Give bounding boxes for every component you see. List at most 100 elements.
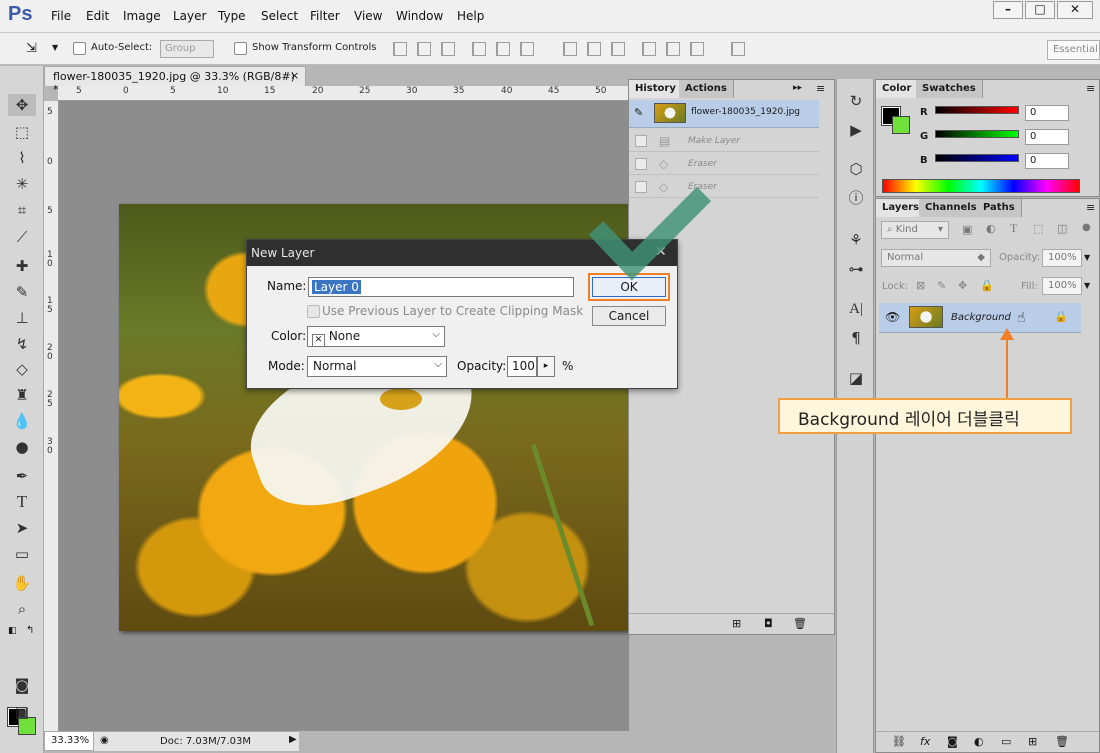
lock-transparent-icon[interactable]: ⊠ <box>916 279 925 292</box>
red-slider[interactable] <box>935 106 1019 114</box>
blue-input[interactable]: 0 <box>1025 153 1069 169</box>
menu-select[interactable]: Select <box>261 9 298 23</box>
history-state-checkbox[interactable] <box>635 158 647 170</box>
lock-icon[interactable]: 🔒 <box>1054 310 1068 323</box>
marquee-tool-icon[interactable]: ⬚ <box>8 121 36 143</box>
lock-image-icon[interactable]: ✎ <box>937 279 946 292</box>
history-icon[interactable]: ↻ <box>846 91 866 111</box>
layer-name-input[interactable]: Layer 0 <box>308 277 574 297</box>
align-left-icon[interactable] <box>472 42 486 56</box>
tab-color[interactable]: Color <box>876 80 919 98</box>
distribute-left-icon[interactable] <box>642 42 656 56</box>
default-colors-icon[interactable]: ◧ <box>8 626 17 636</box>
lasso-tool-icon[interactable]: ⌇ <box>8 147 36 169</box>
document-tab[interactable]: flower-180035_1920.jpg @ 33.3% (RGB/8#) … <box>44 66 306 96</box>
status-expand-icon[interactable]: ▶ <box>289 734 297 745</box>
eraser-tool-icon[interactable]: ◇ <box>8 358 36 380</box>
close-icon[interactable]: × <box>290 69 299 82</box>
history-brush-tool-icon[interactable]: ↯ <box>8 333 36 355</box>
minimize-button[interactable]: – <box>993 1 1023 19</box>
layer-filter-kind-select[interactable]: ⌕ Kind ▾ <box>881 221 949 239</box>
character-icon[interactable]: A| <box>846 299 866 319</box>
type-tool-icon[interactable]: T <box>8 491 36 513</box>
layer-name[interactable]: Background <box>951 312 1011 323</box>
tab-swatches[interactable]: Swatches <box>916 80 983 98</box>
mask-icon[interactable]: ◙ <box>947 735 958 748</box>
history-state[interactable]: ▤ Make Layer <box>629 130 819 152</box>
tab-channels[interactable]: Channels <box>919 199 984 217</box>
move-tool-icon[interactable]: ✥ <box>8 94 36 116</box>
red-input[interactable]: 0 <box>1025 105 1069 121</box>
tab-actions[interactable]: Actions <box>679 80 734 98</box>
zoom-tool-icon[interactable]: ⌕ <box>8 598 36 620</box>
filter-adjustment-icon[interactable]: ◐ <box>986 222 996 235</box>
blur-tool-icon[interactable]: 💧 <box>8 410 36 432</box>
swap-colors-icon[interactable]: ↰ <box>26 625 34 636</box>
healing-brush-tool-icon[interactable]: ✚ <box>8 255 36 277</box>
green-slider[interactable] <box>935 130 1019 138</box>
filter-shape-icon[interactable]: ⬚ <box>1033 222 1043 235</box>
menu-filter[interactable]: Filter <box>310 9 340 23</box>
quick-mask-icon[interactable]: ◙ <box>8 674 36 696</box>
screen-mode-icon[interactable]: ▣ <box>8 701 36 723</box>
camera-icon[interactable]: ◘ <box>764 617 773 630</box>
link-icon[interactable]: ⛓ <box>892 735 906 748</box>
paint-bucket-tool-icon[interactable]: ♜ <box>8 384 36 406</box>
adjustments-icon[interactable]: ⊶ <box>846 259 866 279</box>
show-transform-checkbox[interactable] <box>234 42 247 55</box>
zoom-level-field[interactable]: 33.33% <box>44 731 94 751</box>
align-top-icon[interactable] <box>393 42 407 56</box>
move-tool-icon[interactable]: ⇲ <box>26 41 37 56</box>
tab-history[interactable]: History <box>629 80 683 98</box>
status-menu-icon[interactable]: ◉ <box>100 735 109 746</box>
brush-tool-icon[interactable]: ✎ <box>8 281 36 303</box>
stamp-tool-icon[interactable]: ⊥ <box>8 307 36 329</box>
menu-window[interactable]: Window <box>396 9 443 23</box>
filter-smart-object-icon[interactable]: ◫ <box>1057 222 1067 235</box>
distribute-bottom-icon[interactable] <box>611 42 625 56</box>
3d-icon[interactable]: ⬡ <box>846 159 866 179</box>
distribute-top-icon[interactable] <box>563 42 577 56</box>
group-folder-icon[interactable]: ▭ <box>1001 735 1011 748</box>
eye-icon[interactable]: 👁 <box>885 310 900 324</box>
distribute-right-icon[interactable] <box>690 42 704 56</box>
menu-layer[interactable]: Layer <box>173 9 206 23</box>
actions-play-icon[interactable]: ▶ <box>846 120 866 140</box>
filter-toggle-icon[interactable]: ● <box>1082 222 1091 233</box>
new-document-icon[interactable]: ⊞ <box>732 617 741 630</box>
history-state[interactable]: ◇ Eraser <box>629 153 819 175</box>
align-vcenter-icon[interactable] <box>417 42 431 56</box>
auto-select-target-select[interactable]: Group <box>160 40 214 58</box>
layer-background[interactable]: 👁 Background ☝ 🔒 <box>879 303 1081 333</box>
menu-view[interactable]: View <box>354 9 382 23</box>
filter-type-icon[interactable]: T <box>1010 221 1017 236</box>
brushes-icon[interactable]: ⚘ <box>846 230 866 250</box>
adjustment-layer-icon[interactable]: ◐ <box>974 735 984 748</box>
filter-pixel-icon[interactable]: ▣ <box>962 223 972 236</box>
magic-wand-tool-icon[interactable]: ✳ <box>8 173 36 195</box>
fx-icon[interactable]: fx <box>920 735 930 748</box>
clipping-mask-checkbox[interactable] <box>307 305 320 318</box>
auto-align-icon[interactable] <box>731 42 745 56</box>
blue-slider[interactable] <box>935 154 1019 162</box>
panel-menu-icon[interactable]: ≡ <box>1086 82 1095 95</box>
chevron-down-icon[interactable]: ▼ <box>1084 253 1090 262</box>
styles-icon[interactable]: ◪ <box>846 368 866 388</box>
blend-mode-select[interactable]: Normal ◆ <box>881 249 991 267</box>
trash-icon[interactable]: 🗑 <box>1055 735 1069 748</box>
menu-image[interactable]: Image <box>123 9 161 23</box>
menu-type[interactable]: Type <box>218 9 246 23</box>
hand-tool-icon[interactable]: ✋ <box>8 572 36 594</box>
panel-menu-icon[interactable]: ≡ <box>1086 201 1095 214</box>
dodge-tool-icon[interactable]: ● <box>8 436 36 458</box>
history-brush-source-icon[interactable]: ✎ <box>634 106 643 119</box>
distribute-vcenter-icon[interactable] <box>587 42 601 56</box>
menu-help[interactable]: Help <box>457 9 484 23</box>
cancel-button[interactable]: Cancel <box>592 306 666 326</box>
align-right-icon[interactable] <box>520 42 534 56</box>
align-bottom-icon[interactable] <box>441 42 455 56</box>
history-state-checkbox[interactable] <box>635 135 647 147</box>
info-icon[interactable]: ⓘ <box>846 188 866 208</box>
workspace-switcher[interactable]: Essential <box>1047 40 1100 60</box>
menu-file[interactable]: File <box>51 9 71 23</box>
